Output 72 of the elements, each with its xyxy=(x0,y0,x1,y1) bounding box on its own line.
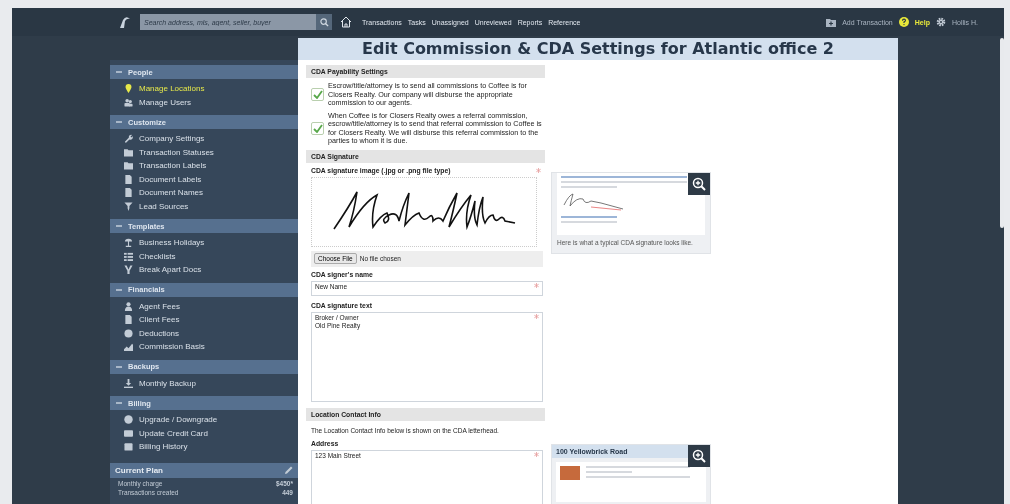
pin-icon xyxy=(124,84,133,94)
scrollbar[interactable] xyxy=(1000,38,1004,228)
pencil-icon[interactable] xyxy=(285,466,293,474)
doc-icon xyxy=(124,315,133,325)
list-icon xyxy=(124,251,133,261)
item-label: Business Holidays xyxy=(139,238,205,248)
card-icon xyxy=(124,428,133,438)
item-label: Billing History xyxy=(139,442,188,452)
sidebar-item[interactable]: Transaction Labels xyxy=(110,159,298,173)
collapse-icon xyxy=(116,119,122,125)
collapse-icon xyxy=(116,400,122,406)
sidebar-item[interactable]: Document Names xyxy=(110,186,298,200)
download-icon xyxy=(124,378,133,388)
users-icon xyxy=(124,97,133,107)
page-title: Edit Commission & CDA Settings for Atlantic office 2 xyxy=(298,38,898,60)
collapse-icon xyxy=(116,223,122,229)
plan-title: Current Plan xyxy=(115,465,163,475)
item-label: Manage Locations xyxy=(139,84,205,94)
item-label: Lead Sources xyxy=(139,201,189,211)
zoom-button[interactable] xyxy=(688,445,710,467)
logo-icon[interactable] xyxy=(118,15,132,29)
checkbox[interactable] xyxy=(311,88,324,102)
item-label: Company Settings xyxy=(139,134,205,144)
sidebar-item[interactable]: Agent Fees xyxy=(110,299,298,313)
sidebar-item[interactable]: Transaction Statuses xyxy=(110,145,298,159)
collapse-icon xyxy=(116,363,122,370)
item-label: Upgrade / Downgrade xyxy=(139,415,218,425)
item-label: Transaction Statuses xyxy=(139,147,214,157)
collapse-icon xyxy=(116,286,122,293)
search-button[interactable] xyxy=(316,14,332,30)
collapse-icon xyxy=(116,69,122,75)
folder-plus-icon[interactable] xyxy=(826,17,837,27)
item-label: Break Apart Docs xyxy=(139,265,202,275)
sidebar-item[interactable]: Checklists xyxy=(110,249,298,263)
sidebar-item[interactable]: Update Credit Card xyxy=(110,426,298,440)
umbrella-icon xyxy=(124,238,133,248)
sidebar-item[interactable]: Manage Users xyxy=(110,95,298,109)
sidebar-item[interactable]: Company Settings xyxy=(110,132,298,146)
sidebar-item[interactable]: Manage Locations xyxy=(110,82,298,96)
fork-icon xyxy=(124,265,133,275)
sidebar-item[interactable]: Commission Basis xyxy=(110,340,298,354)
sidebar-item[interactable]: Document Labels xyxy=(110,172,298,186)
sidebar-item[interactable]: Billing History xyxy=(110,440,298,454)
signature-dropzone[interactable] xyxy=(311,176,537,247)
search-icon xyxy=(319,17,329,27)
item-label: Update Credit Card xyxy=(139,428,208,438)
item-label: Client Fees xyxy=(139,315,180,325)
sidebar-item[interactable]: Upgrade / Downgrade xyxy=(110,413,298,427)
sidebar-item[interactable]: Monthly Backup xyxy=(110,376,298,390)
zoom-button[interactable] xyxy=(688,173,710,195)
item-label: Commission Basis xyxy=(139,342,205,352)
item-label: Checklists xyxy=(139,251,176,261)
chart-icon xyxy=(124,342,133,352)
funnel-icon xyxy=(124,201,133,211)
sidebar-item[interactable]: Client Fees xyxy=(110,313,298,327)
sidebar-item[interactable]: Business Holidays xyxy=(110,236,298,250)
sidebar-item[interactable]: Break Apart Docs xyxy=(110,263,298,277)
item-label: Manage Users xyxy=(139,97,192,107)
item-label: Transaction Labels xyxy=(139,161,207,171)
item-label: Document Labels xyxy=(139,174,202,184)
item-label: Deductions xyxy=(139,328,180,338)
home-icon[interactable] xyxy=(340,16,352,28)
checkbox[interactable] xyxy=(311,122,324,135)
item-label: Monthly Backup xyxy=(139,378,196,388)
help-icon[interactable] xyxy=(898,17,909,27)
item-label: Document Names xyxy=(139,188,204,198)
sidebar-item[interactable]: Deductions xyxy=(110,326,298,340)
settings-icon[interactable] xyxy=(935,17,946,27)
wrench-icon xyxy=(124,134,133,144)
person-icon xyxy=(124,301,133,311)
sidebar-item[interactable]: Lead Sources xyxy=(110,199,298,213)
item-label: Agent Fees xyxy=(139,301,180,311)
